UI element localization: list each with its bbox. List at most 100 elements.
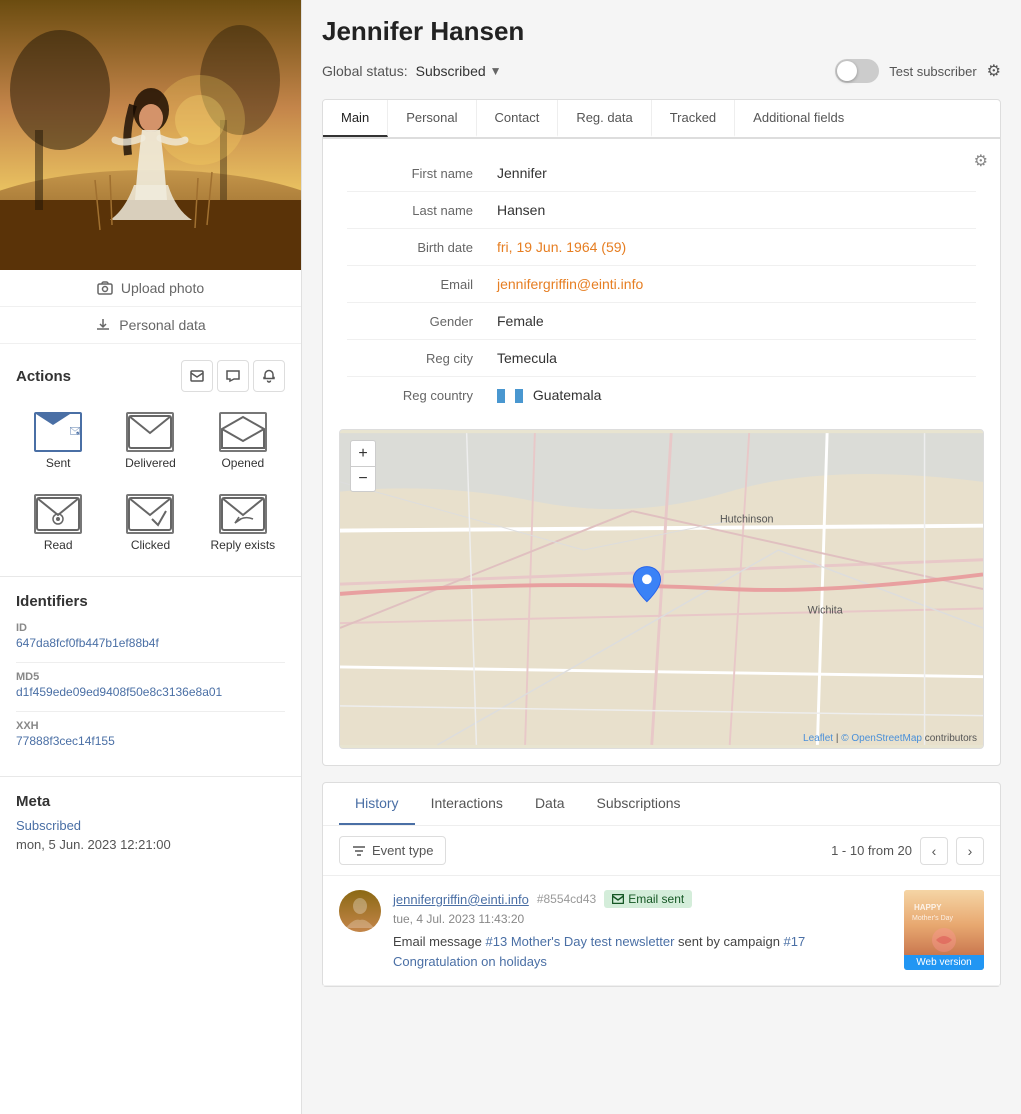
main-content: Jennifer Hansen Global status: Subscribe… (302, 0, 1021, 1114)
email-action-button[interactable] (181, 360, 213, 392)
photo-svg (0, 0, 301, 270)
last-name-value: Hansen (497, 202, 545, 218)
history-email[interactable]: jennifergriffin@einti.info (393, 892, 529, 907)
history-body: jennifergriffin@einti.info #8554cd43 Ema… (393, 890, 892, 971)
read-icon-box (34, 494, 82, 534)
web-version-badge[interactable]: Web version (904, 955, 984, 970)
settings-gear-icon[interactable]: ⚙ (987, 61, 1001, 81)
map-svg: Hutchinson Wichita (340, 430, 983, 748)
tab-main[interactable]: Main (323, 100, 388, 137)
opened-envelope-svg (221, 415, 265, 449)
filter-label: Event type (372, 843, 433, 858)
history-text-prefix: Email message (393, 934, 485, 949)
chevron-down-icon: ▼ (490, 64, 502, 78)
clicked-action-item: Clicked (108, 486, 192, 560)
camera-icon (97, 280, 113, 296)
birth-date-row: Birth date fri, 19 Jun. 1964 (59) (347, 229, 976, 266)
svg-text:Mother's Day: Mother's Day (912, 915, 954, 922)
attribution-suffix: contributors (925, 733, 977, 744)
chat-action-button[interactable] (217, 360, 249, 392)
tab-subscriptions[interactable]: Subscriptions (581, 783, 697, 825)
next-page-button[interactable]: › (956, 837, 984, 865)
mail-icon (190, 369, 204, 383)
actions-title: Actions (16, 368, 71, 385)
tab-data[interactable]: Data (519, 783, 581, 825)
main-tabs: Main Personal Contact Reg. data Tracked … (322, 99, 1001, 138)
sent-icon-box (34, 412, 82, 452)
personal-data-button[interactable]: Personal data (0, 307, 301, 344)
tab-history[interactable]: History (339, 783, 415, 825)
email-sent-badge: Email sent (604, 890, 692, 908)
read-envelope-svg (36, 497, 80, 531)
tab-tracked[interactable]: Tracked (652, 100, 735, 137)
tab-personal[interactable]: Personal (388, 100, 476, 137)
history-text-mid: sent by campaign (674, 934, 783, 949)
read-action-item: Read (16, 486, 100, 560)
meta-date: mon, 5 Jun. 2023 12:21:00 (16, 837, 285, 852)
profile-photo-area (0, 0, 301, 270)
event-type-filter-button[interactable]: Event type (339, 836, 446, 865)
status-value: Subscribed (416, 63, 486, 79)
bell-action-button[interactable] (253, 360, 285, 392)
sidebar: Upload photo Personal data Actions (0, 0, 302, 1114)
gender-label: Gender (347, 314, 497, 329)
identifiers-section: Identifiers ID 647da8fcf0fb447b1ef88b4f … (0, 577, 301, 777)
id-value: 647da8fcf0fb447b1ef88b4f (16, 636, 285, 650)
opened-action-item: Opened (201, 404, 285, 478)
filter-icon (352, 844, 366, 858)
history-item: jennifergriffin@einti.info #8554cd43 Ema… (323, 876, 1000, 986)
osm-link[interactable]: © OpenStreetMap (841, 733, 922, 744)
map-zoom-in-button[interactable]: + (350, 440, 376, 466)
reply-exists-label: Reply exists (210, 538, 275, 552)
test-subscriber-toggle[interactable] (835, 59, 879, 83)
sent-envelope-svg (70, 414, 80, 448)
md5-divider (16, 711, 285, 712)
pagination-info: 1 - 10 from 20 ‹ › (831, 837, 984, 865)
email-row: Email jennifergriffin@einti.info (347, 266, 976, 303)
opened-label: Opened (221, 456, 264, 470)
delivered-icon-box (126, 412, 174, 452)
meta-section: Meta Subscribed mon, 5 Jun. 2023 12:21:0… (0, 777, 301, 868)
email-value: jennifergriffin@einti.info (497, 276, 643, 292)
tab-additional-fields[interactable]: Additional fields (735, 100, 862, 137)
photo-canvas (0, 0, 301, 270)
gender-value: Female (497, 313, 544, 329)
thumb-svg: HAPPY Mother's Day (904, 890, 984, 960)
sent-envelope-v (36, 414, 80, 448)
email-sent-badge-label: Email sent (628, 892, 684, 906)
prev-page-button[interactable]: ‹ (920, 837, 948, 865)
md5-key: MD5 (16, 671, 285, 683)
bottom-card: History Interactions Data Subscriptions … (322, 782, 1001, 987)
profile-fields: ⚙ First name Jennifer Last name Hansen B… (323, 139, 1000, 429)
chat-icon (226, 369, 240, 383)
svg-text:Hutchinson: Hutchinson (720, 514, 774, 526)
leaflet-link[interactable]: Leaflet (803, 733, 833, 744)
map-zoom-controls: + − (350, 440, 376, 492)
map-zoom-out-button[interactable]: − (350, 466, 376, 492)
upload-photo-button[interactable]: Upload photo (0, 270, 301, 307)
global-status-label: Global status: (322, 63, 408, 79)
global-status-right: Test subscriber ⚙ (835, 59, 1001, 83)
bell-icon (262, 369, 276, 383)
history-avatar (339, 890, 381, 932)
sent-label: Sent (46, 456, 71, 470)
meta-status: Subscribed (16, 818, 285, 833)
tab-reg-data[interactable]: Reg. data (558, 100, 651, 137)
reg-city-value: Temecula (497, 350, 557, 366)
actions-section: Actions (0, 344, 301, 577)
svg-text:Wichita: Wichita (808, 605, 843, 617)
actions-header: Actions (16, 360, 285, 392)
status-dropdown[interactable]: Subscribed ▼ (416, 63, 502, 79)
tab-contact[interactable]: Contact (477, 100, 559, 137)
first-name-row: First name Jennifer (347, 155, 976, 192)
first-name-label: First name (347, 166, 497, 181)
map-area: Hutchinson Wichita + − Leaflet (339, 429, 984, 749)
history-text: Email message #13 Mother's Day test news… (393, 932, 892, 971)
opened-icon-box (219, 412, 267, 452)
tab-interactions[interactable]: Interactions (415, 783, 519, 825)
svg-text:HAPPY: HAPPY (914, 903, 942, 912)
campaign-link[interactable]: #13 Mother's Day test newsletter (485, 934, 674, 949)
action-grid: Sent Delivered (16, 404, 285, 560)
first-name-value: Jennifer (497, 165, 547, 181)
profile-settings-icon[interactable]: ⚙ (974, 151, 988, 171)
